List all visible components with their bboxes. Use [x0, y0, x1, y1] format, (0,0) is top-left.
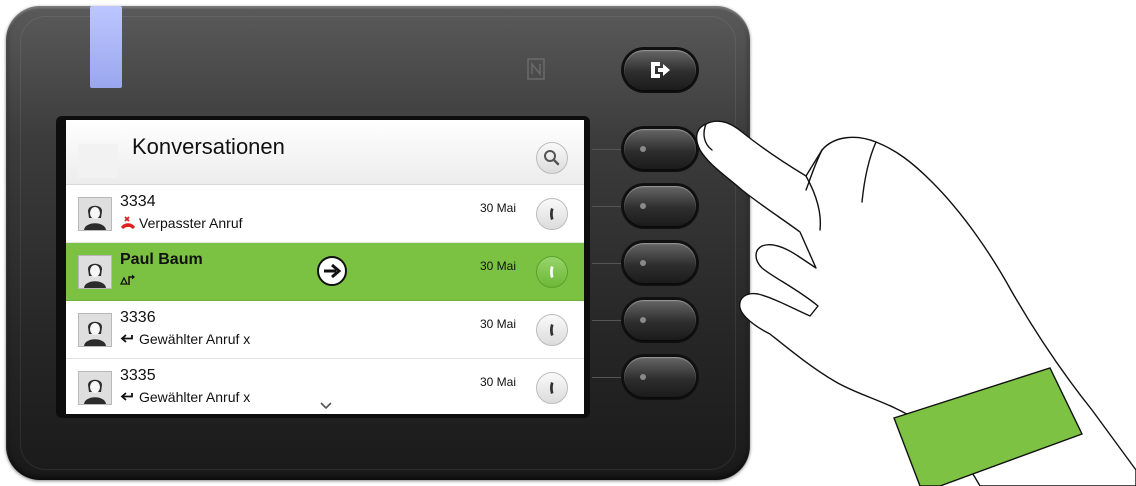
- call-button[interactable]: [536, 314, 568, 346]
- call-date: 30 Mai: [480, 375, 517, 389]
- call-status-text: Gewählter Anruf x: [139, 331, 251, 347]
- exit-icon: [651, 62, 670, 78]
- softkey-line: [592, 206, 624, 207]
- arrow-right-icon[interactable]: [316, 255, 348, 287]
- call-button[interactable]: [536, 198, 568, 230]
- call-status-text: Verpasster Anruf: [139, 215, 243, 231]
- screen-header: Konversationen: [66, 120, 584, 185]
- call-status: Gewählter Anruf x: [120, 389, 250, 405]
- conversation-row-selected[interactable]: Paul Baum 30 Mai: [66, 243, 584, 301]
- page-title: Konversationen: [132, 134, 285, 159]
- header-tab: [78, 144, 118, 178]
- call-date: 30 Mai: [480, 201, 517, 215]
- contact-name: Paul Baum: [120, 251, 203, 268]
- dialed-call-icon: [120, 392, 133, 401]
- forwarded-call-icon: [120, 274, 135, 285]
- search-icon: [544, 150, 560, 166]
- avatar: [78, 255, 112, 289]
- key-dot: [640, 317, 646, 323]
- call-status: Verpasster Anruf: [120, 215, 243, 231]
- avatar: [78, 313, 112, 347]
- key-dot: [640, 203, 646, 209]
- chevron-down-icon[interactable]: [320, 402, 332, 410]
- contact-name: 3334: [120, 193, 156, 210]
- softkey-line: [592, 320, 624, 321]
- contact-name: 3335: [120, 367, 156, 384]
- search-button[interactable]: [536, 142, 568, 174]
- phone-icon: [550, 382, 554, 394]
- exit-key[interactable]: [624, 50, 696, 90]
- nfc-icon: [527, 58, 545, 80]
- call-button[interactable]: [536, 372, 568, 404]
- conversation-row[interactable]: 3336 Gewählter Anruf x 30 Mai: [66, 301, 584, 359]
- dialed-call-icon: [120, 334, 133, 343]
- person-icon: [84, 263, 106, 288]
- call-button[interactable]: [536, 256, 568, 288]
- call-date: 30 Mai: [480, 259, 517, 273]
- call-status: [120, 273, 139, 287]
- key-dot: [640, 260, 646, 266]
- call-date: 30 Mai: [480, 317, 517, 331]
- conversation-list: 3334 Verpasster Anruf 30 Mai Paul Baum 3…: [66, 185, 584, 414]
- avatar: [78, 371, 112, 405]
- display-screen: Konversationen 3334 Verpasster Anruf 30 …: [66, 120, 584, 414]
- missed-call-icon: [121, 216, 135, 229]
- softkey-line: [592, 377, 624, 378]
- phone-icon: [550, 324, 554, 336]
- person-icon: [84, 321, 106, 346]
- call-status: Gewählter Anruf x: [120, 331, 250, 347]
- phone-icon: [550, 208, 554, 220]
- call-status-text: Gewählter Anruf x: [139, 389, 251, 405]
- softkey-line: [592, 263, 624, 264]
- phone-icon: [550, 266, 554, 278]
- pointing-hand-illustration: [695, 120, 1136, 486]
- notification-led: [90, 6, 122, 88]
- person-icon: [84, 379, 106, 404]
- avatar: [78, 197, 112, 231]
- softkey-line: [592, 149, 624, 150]
- key-dot: [640, 146, 646, 152]
- conversation-row[interactable]: 3334 Verpasster Anruf 30 Mai: [66, 185, 584, 243]
- contact-name: 3336: [120, 309, 156, 326]
- person-icon: [84, 205, 106, 230]
- key-dot: [640, 374, 646, 380]
